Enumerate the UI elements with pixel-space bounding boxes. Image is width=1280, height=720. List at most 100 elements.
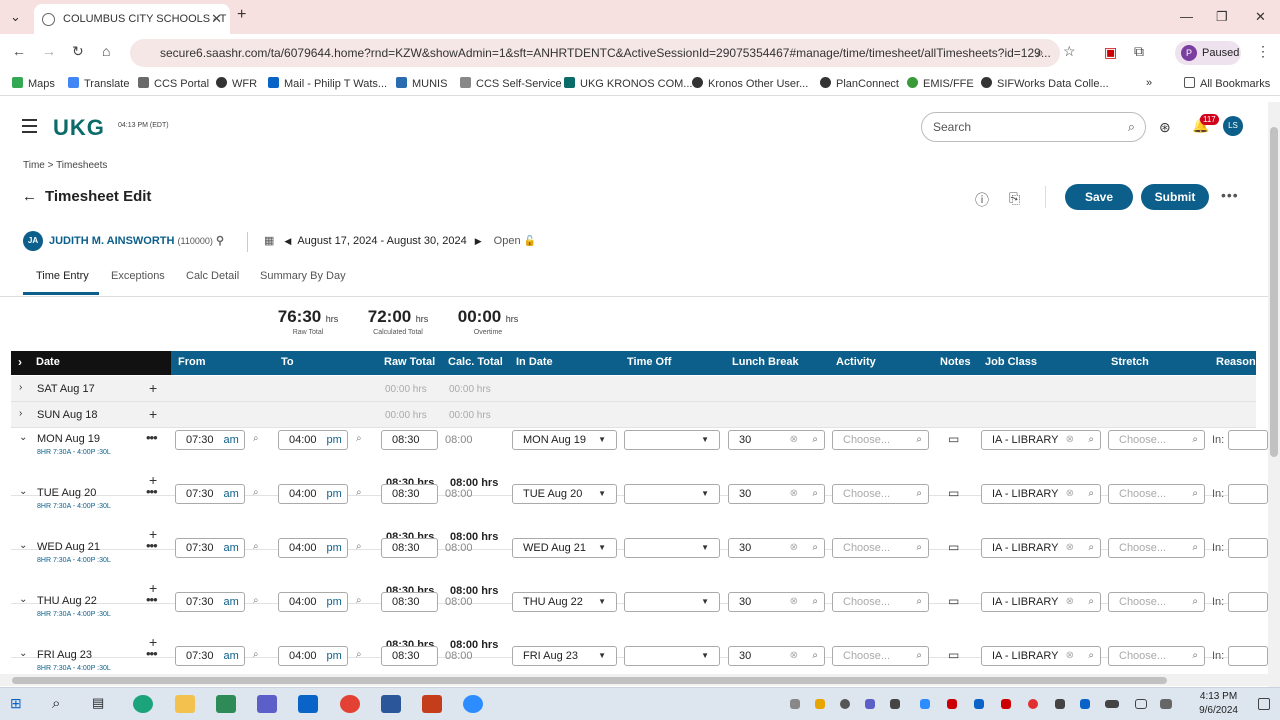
- tab-calc-detail[interactable]: Calc Detail: [186, 270, 239, 282]
- bluetooth-icon[interactable]: [1080, 699, 1090, 709]
- time-lookup-icon[interactable]: ⌕: [356, 433, 362, 444]
- stretch-input[interactable]: Choose... ⌕: [1108, 592, 1205, 612]
- attachment-icon[interactable]: ⎘: [1009, 190, 1020, 207]
- url-field[interactable]: secure6.saashr.com/ta/6079644.home?rnd=K…: [130, 39, 1060, 67]
- activity-input[interactable]: Choose... ⌕: [832, 592, 929, 612]
- bookmark-maps[interactable]: Maps: [12, 77, 55, 90]
- extensions-icon[interactable]: ⧉: [1134, 43, 1144, 60]
- bookmark-munis[interactable]: MUNIS: [396, 77, 447, 90]
- tray-icon[interactable]: [1001, 699, 1011, 709]
- raw-total-input[interactable]: 08:30: [381, 646, 438, 666]
- breadcrumb[interactable]: Time > Timesheets: [23, 160, 107, 171]
- activity-input[interactable]: Choose... ⌕: [832, 646, 929, 666]
- bookmark-sifworks[interactable]: SIFWorks Data Colle...: [981, 77, 1109, 90]
- col-to[interactable]: To: [281, 356, 294, 368]
- job-class-input[interactable]: IA - LIBRARY ⊗ ⌕: [981, 430, 1101, 450]
- notes-icon[interactable]: ▭: [948, 594, 959, 608]
- back-arrow-icon[interactable]: ←: [22, 188, 37, 205]
- stretch-input[interactable]: Choose... ⌕: [1108, 538, 1205, 558]
- time-lookup-icon[interactable]: ⌕: [253, 649, 259, 660]
- job-class-input[interactable]: IA - LIBRARY ⊗ ⌕: [981, 484, 1101, 504]
- from-time-input[interactable]: 07:30 am: [175, 538, 245, 558]
- time-lookup-icon[interactable]: ⌕: [253, 433, 259, 444]
- row-menu-icon[interactable]: •••: [146, 646, 158, 661]
- from-time-input[interactable]: 07:30 am: [175, 592, 245, 612]
- tab-time-entry[interactable]: Time Entry: [36, 270, 89, 282]
- vertical-scrollbar[interactable]: [1268, 102, 1280, 687]
- browser-menu-icon[interactable]: ⋮: [1256, 43, 1270, 60]
- h-scroll-thumb[interactable]: [12, 677, 1167, 684]
- browser-tab[interactable]: COLUMBUS CITY SCHOOLS - T ✕: [34, 4, 230, 34]
- time-lookup-icon[interactable]: ⌕: [356, 487, 362, 498]
- col-raw-total[interactable]: Raw Total: [384, 356, 435, 368]
- prev-period-icon[interactable]: ◀: [284, 236, 291, 246]
- col-job-class[interactable]: Job Class: [985, 356, 1037, 368]
- notes-icon[interactable]: ▭: [948, 648, 959, 662]
- tab-list-chevron-icon[interactable]: ⌄: [10, 9, 21, 25]
- expand-all-icon[interactable]: ›: [18, 355, 22, 369]
- volume-icon[interactable]: [1160, 699, 1172, 709]
- search-icon[interactable]: ⌕: [1128, 113, 1135, 141]
- bookmark-wfr[interactable]: WFR: [216, 77, 257, 90]
- lunch-break-input[interactable]: 30 ⊗ ⌕: [728, 592, 825, 612]
- time-lookup-icon[interactable]: ⌕: [356, 541, 362, 552]
- more-actions-icon[interactable]: •••: [1221, 187, 1239, 203]
- add-entry-icon[interactable]: +: [149, 380, 157, 396]
- to-time-input[interactable]: 04:00 pm: [278, 484, 348, 504]
- search-input[interactable]: Search ⌕: [921, 112, 1146, 142]
- time-off-select[interactable]: ▼: [624, 484, 720, 504]
- tray-icon[interactable]: [1055, 699, 1065, 709]
- collapse-row-icon[interactable]: ⌄: [19, 432, 27, 443]
- home-icon[interactable]: ⌂: [102, 43, 110, 59]
- col-activity[interactable]: Activity: [836, 356, 876, 368]
- from-time-input[interactable]: 07:30 am: [175, 646, 245, 666]
- stretch-input[interactable]: Choose... ⌕: [1108, 646, 1205, 666]
- help-icon[interactable]: ⊛: [1159, 119, 1171, 136]
- to-time-input[interactable]: 04:00 pm: [278, 646, 348, 666]
- tray-icon[interactable]: [865, 699, 875, 709]
- to-time-input[interactable]: 04:00 pm: [278, 538, 348, 558]
- search-taskbar-icon[interactable]: ⌕: [52, 695, 72, 713]
- col-in-date[interactable]: In Date: [516, 356, 553, 368]
- activity-input[interactable]: Choose... ⌕: [832, 430, 929, 450]
- tray-icon[interactable]: [890, 699, 900, 709]
- col-notes[interactable]: Notes: [940, 356, 971, 368]
- expand-row-icon[interactable]: ›: [19, 408, 22, 419]
- add-entry-icon[interactable]: +: [149, 406, 157, 422]
- zoom-icon[interactable]: ⌕: [1036, 44, 1044, 61]
- more-bookmarks-icon[interactable]: »: [1146, 77, 1152, 89]
- collapse-row-icon[interactable]: ⌄: [19, 594, 27, 605]
- in-date-select[interactable]: THU Aug 22 ▼: [512, 592, 617, 612]
- outlook-icon[interactable]: [298, 695, 318, 713]
- bookmark-ukg-kronos[interactable]: UKG KRONOS COM...: [564, 77, 692, 90]
- job-class-input[interactable]: IA - LIBRARY ⊗ ⌕: [981, 538, 1101, 558]
- scroll-thumb[interactable]: [1270, 127, 1278, 457]
- stretch-input[interactable]: Choose... ⌕: [1108, 484, 1205, 504]
- collapse-row-icon[interactable]: ⌄: [19, 648, 27, 659]
- col-stretch[interactable]: Stretch: [1111, 356, 1149, 368]
- store-icon[interactable]: [216, 695, 236, 713]
- lunch-break-input[interactable]: 30 ⊗ ⌕: [728, 646, 825, 666]
- row-menu-icon[interactable]: •••: [146, 538, 158, 553]
- bookmark-ccs-self-service[interactable]: CCS Self-Service: [460, 77, 562, 90]
- pdf-extension-icon[interactable]: ▣: [1104, 44, 1117, 61]
- time-off-select[interactable]: ▼: [624, 646, 720, 666]
- tray-icon[interactable]: [840, 699, 850, 709]
- activity-input[interactable]: Choose... ⌕: [832, 484, 929, 504]
- collapse-row-icon[interactable]: ⌄: [19, 540, 27, 551]
- file-explorer-icon[interactable]: [175, 695, 195, 713]
- employee-switch-icon[interactable]: ⚲: [216, 235, 224, 247]
- job-class-input[interactable]: IA - LIBRARY ⊗ ⌕: [981, 592, 1101, 612]
- word-icon[interactable]: [381, 695, 401, 713]
- close-tab-icon[interactable]: ✕: [211, 11, 222, 27]
- from-time-input[interactable]: 07:30 am: [175, 430, 245, 450]
- lunch-break-input[interactable]: 30 ⊗ ⌕: [728, 538, 825, 558]
- next-period-icon[interactable]: ▶: [475, 236, 482, 246]
- teams-icon[interactable]: [257, 695, 277, 713]
- stretch-input[interactable]: Choose... ⌕: [1108, 430, 1205, 450]
- time-off-select[interactable]: ▼: [624, 538, 720, 558]
- tray-icon[interactable]: [974, 699, 984, 709]
- raw-total-input[interactable]: 08:30: [381, 430, 438, 450]
- info-icon[interactable]: ⓘ: [975, 190, 989, 210]
- bookmark-star-icon[interactable]: ☆: [1063, 43, 1076, 60]
